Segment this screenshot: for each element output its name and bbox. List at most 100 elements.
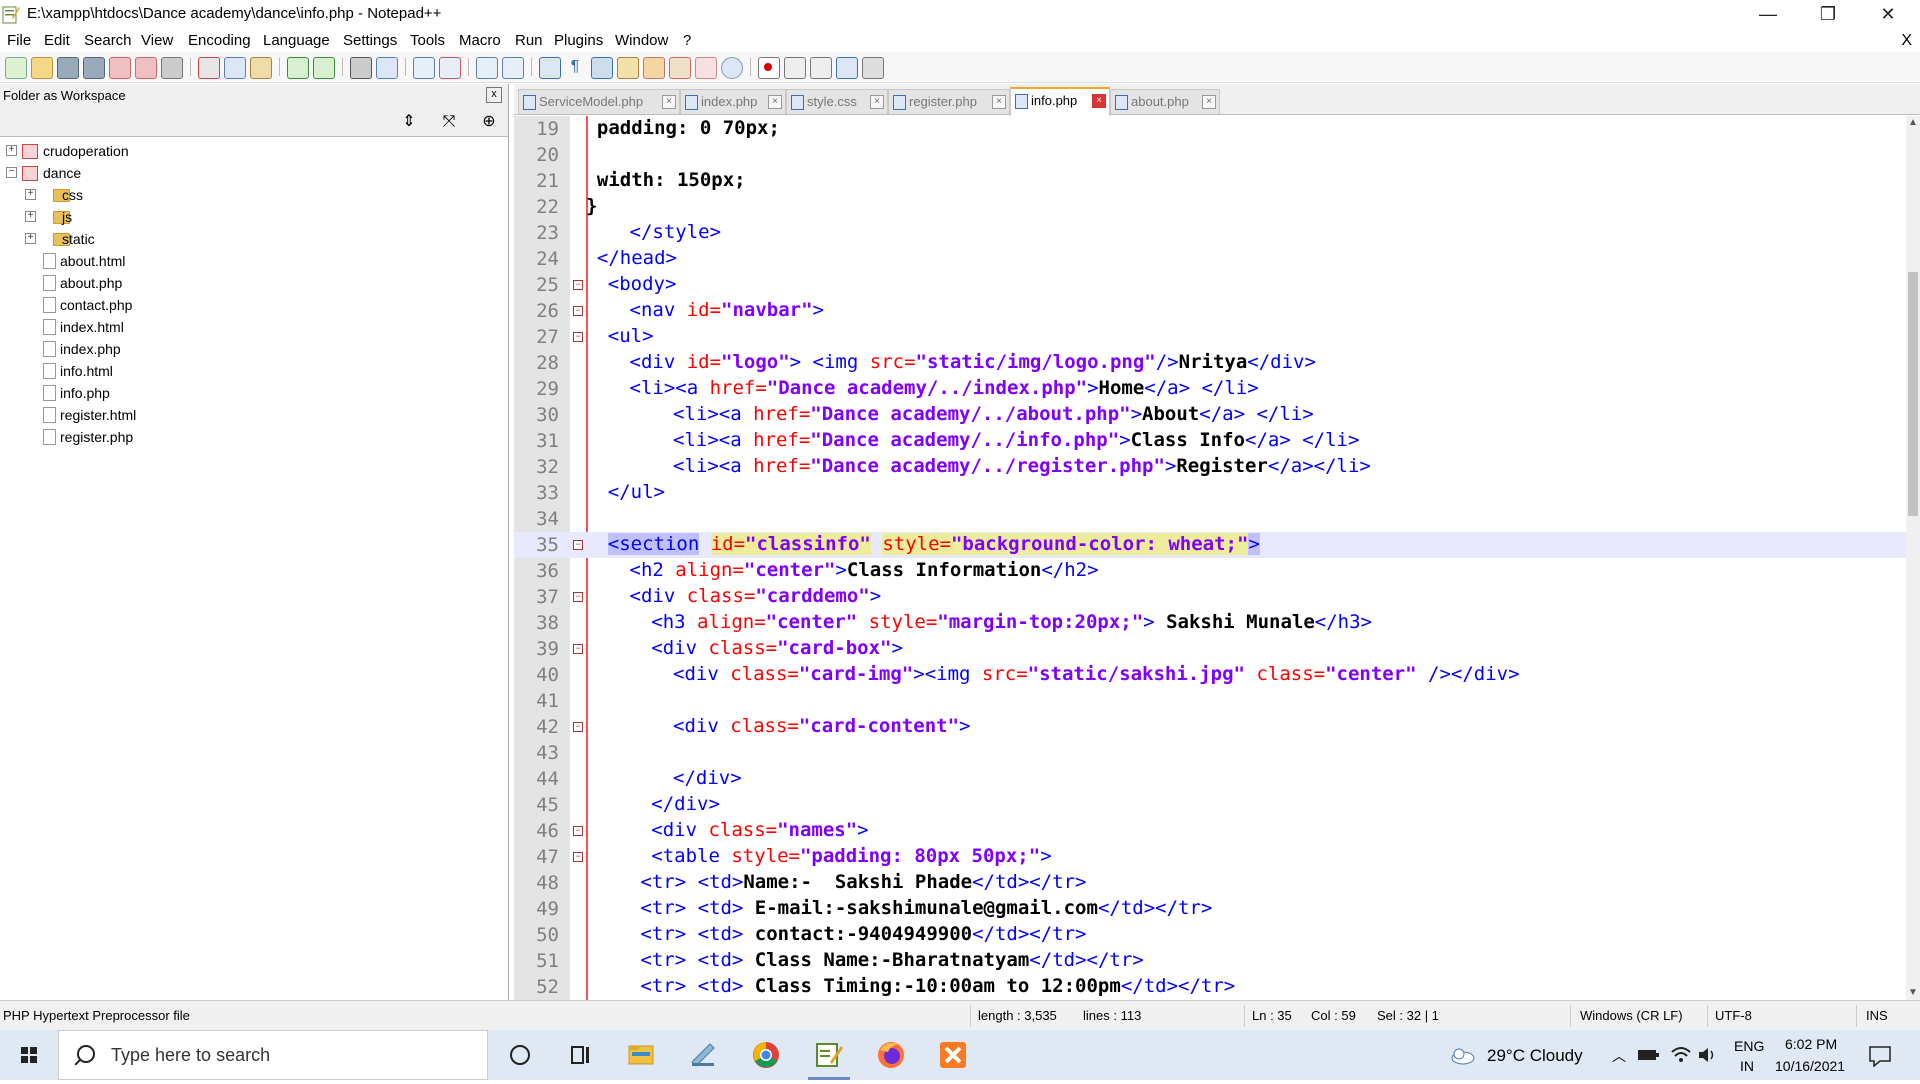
menu-macro[interactable]: Macro — [459, 32, 501, 49]
play-macro-icon[interactable] — [810, 57, 832, 79]
undo-icon[interactable] — [287, 57, 309, 79]
menu-help[interactable]: ? — [683, 32, 691, 49]
tree-item-index-html[interactable]: index.html — [0, 316, 500, 338]
user-language-icon[interactable] — [617, 57, 639, 79]
code-line[interactable]: 21 width: 150px; — [514, 168, 1906, 194]
collapse-all-icon[interactable]: ⇕ — [398, 112, 420, 132]
fold-toggle-icon[interactable]: − — [573, 592, 583, 602]
code-line[interactable]: 27 − <ul> — [514, 324, 1906, 350]
code-line[interactable]: 34 — [514, 506, 1906, 532]
scanner-taskbar-app[interactable] — [674, 1030, 732, 1080]
code-line[interactable]: 23 </style> — [514, 220, 1906, 246]
sync-vertical-icon[interactable] — [476, 57, 498, 79]
code-line[interactable]: 31 <li><a href="Dance academy/../info.php… — [514, 428, 1906, 454]
language-indicator-region[interactable]: IN — [1740, 1058, 1754, 1074]
menu-edit[interactable]: Edit — [44, 32, 70, 49]
code-line[interactable]: 25 − <body> — [514, 272, 1906, 298]
close-file-icon[interactable] — [109, 57, 131, 79]
tree-item-static[interactable]: + static — [0, 228, 500, 250]
monitoring-icon[interactable] — [721, 57, 743, 79]
play-multiple-macro-icon[interactable] — [836, 57, 858, 79]
file-explorer-taskbar-app[interactable] — [612, 1030, 670, 1080]
code-line[interactable]: 46 − <div class="names"> — [514, 818, 1906, 844]
code-line[interactable]: 20 — [514, 142, 1906, 168]
fold-toggle-icon[interactable]: − — [573, 540, 583, 550]
scroll-up-icon[interactable]: ▲ — [1906, 116, 1920, 130]
wifi-icon[interactable] — [1670, 1044, 1692, 1064]
fold-toggle-icon[interactable]: − — [573, 826, 583, 836]
code-line[interactable]: 37 − <div class="carddemo"> — [514, 584, 1906, 610]
function-list-icon[interactable] — [669, 57, 691, 79]
tree-item-crudoperation[interactable]: + crudoperation — [0, 140, 500, 162]
tree-item-register-html[interactable]: register.html — [0, 404, 500, 426]
code-line[interactable]: 29 <li><a href="Dance academy/../index.ph… — [514, 376, 1906, 402]
expand-node-icon[interactable]: + — [6, 145, 17, 156]
tab-index-php[interactable]: index.php × — [680, 89, 786, 114]
code-line[interactable]: 36 <h2 align="center">Class Information</… — [514, 558, 1906, 584]
tree-item-info-php[interactable]: info.php — [0, 382, 500, 404]
code-line[interactable]: 30 <li><a href="Dance academy/../about.ph… — [514, 402, 1906, 428]
menu-plugins[interactable]: Plugins — [554, 32, 603, 49]
maximize-button[interactable]: ❐ — [1800, 0, 1856, 30]
code-line[interactable]: 35 − <section id="classinfo" style="backgr… — [514, 532, 1906, 558]
find-icon[interactable] — [350, 57, 372, 79]
menu-file[interactable]: File — [7, 32, 31, 49]
menu-tools[interactable]: Tools — [410, 32, 445, 49]
tree-item-about-html[interactable]: about.html — [0, 250, 500, 272]
fold-toggle-icon[interactable]: − — [573, 644, 583, 654]
code-line[interactable]: 50 <tr> <td> contact:-9404949900</td></tr… — [514, 922, 1906, 948]
notepadpp-taskbar-app[interactable] — [800, 1030, 858, 1080]
volume-icon[interactable] — [1697, 1045, 1719, 1065]
scroll-down-icon[interactable]: ▼ — [1906, 986, 1920, 1000]
workspace-close-icon[interactable]: x — [486, 87, 502, 103]
expand-node-icon[interactable]: + — [25, 189, 36, 200]
fold-toggle-icon[interactable]: − — [573, 280, 583, 290]
word-wrap-icon[interactable] — [539, 57, 561, 79]
tree-item-about-php[interactable]: about.php — [0, 272, 500, 294]
code-line[interactable]: 47 − <table style="padding: 80px 50px;"> — [514, 844, 1906, 870]
language-indicator-primary[interactable]: ENG — [1734, 1038, 1764, 1054]
fold-toggle-icon[interactable]: − — [573, 722, 583, 732]
tab-close-icon[interactable]: × — [992, 95, 1006, 109]
menu-settings[interactable]: Settings — [343, 32, 397, 49]
editor-vertical-scrollbar[interactable]: ▲ ▼ — [1906, 116, 1920, 1000]
code-line[interactable]: 22} — [514, 194, 1906, 220]
save-macro-icon[interactable] — [862, 57, 884, 79]
tab-style-css[interactable]: style.css × — [786, 89, 888, 114]
expand-node-icon[interactable]: + — [25, 211, 36, 222]
code-line[interactable]: 33 </ul> — [514, 480, 1906, 506]
code-line[interactable]: 51 <tr> <td> Class Name:-Bharatnatyam</td… — [514, 948, 1906, 974]
folder-workspace-icon[interactable] — [695, 57, 717, 79]
clock-time[interactable]: 6:02 PM — [1785, 1036, 1837, 1052]
tree-item-dance[interactable]: − dance — [0, 162, 500, 184]
code-line[interactable]: 32 <li><a href="Dance academy/../register… — [514, 454, 1906, 480]
menu-view[interactable]: View — [141, 32, 173, 49]
code-line[interactable]: 19 padding: 0 70px; — [514, 116, 1906, 142]
save-all-icon[interactable] — [83, 57, 105, 79]
status-eol[interactable]: Windows (CR LF) — [1580, 1008, 1683, 1023]
show-all-characters-icon[interactable]: ¶ — [565, 57, 585, 77]
battery-icon[interactable] — [1638, 1048, 1660, 1062]
tab-close-icon[interactable]: × — [1092, 94, 1106, 108]
code-line[interactable]: 43 — [514, 740, 1906, 766]
code-line[interactable]: 28 <div id="logo"> <img src="static/img/l… — [514, 350, 1906, 376]
record-macro-icon[interactable] — [758, 57, 780, 79]
tree-item-contact-php[interactable]: contact.php — [0, 294, 500, 316]
zoom-in-icon[interactable] — [413, 57, 435, 79]
code-line[interactable]: 40 <div class="card-img"><img src="static… — [514, 662, 1906, 688]
close-document-button[interactable]: X — [1901, 32, 1912, 50]
menu-search[interactable]: Search — [84, 32, 132, 49]
tree-item-info-html[interactable]: info.html — [0, 360, 500, 382]
status-encoding[interactable]: UTF-8 — [1715, 1008, 1752, 1023]
code-line[interactable]: 24 </head> — [514, 246, 1906, 272]
tab-servicemodel-php[interactable]: ServiceModel.php × — [518, 89, 680, 114]
locate-current-file-icon[interactable]: ⊕ — [478, 112, 500, 132]
code-line[interactable]: 49 <tr> <td> E-mail:-sakshimunale@gmail.c… — [514, 896, 1906, 922]
tab-close-icon[interactable]: × — [662, 95, 676, 109]
tab-close-icon[interactable]: × — [1202, 95, 1216, 109]
status-insert-mode[interactable]: INS — [1866, 1008, 1888, 1023]
paste-icon[interactable] — [250, 57, 272, 79]
tab-register-php[interactable]: register.php × — [888, 89, 1010, 114]
fold-toggle-icon[interactable]: − — [573, 852, 583, 862]
code-line[interactable]: 45 </div> — [514, 792, 1906, 818]
